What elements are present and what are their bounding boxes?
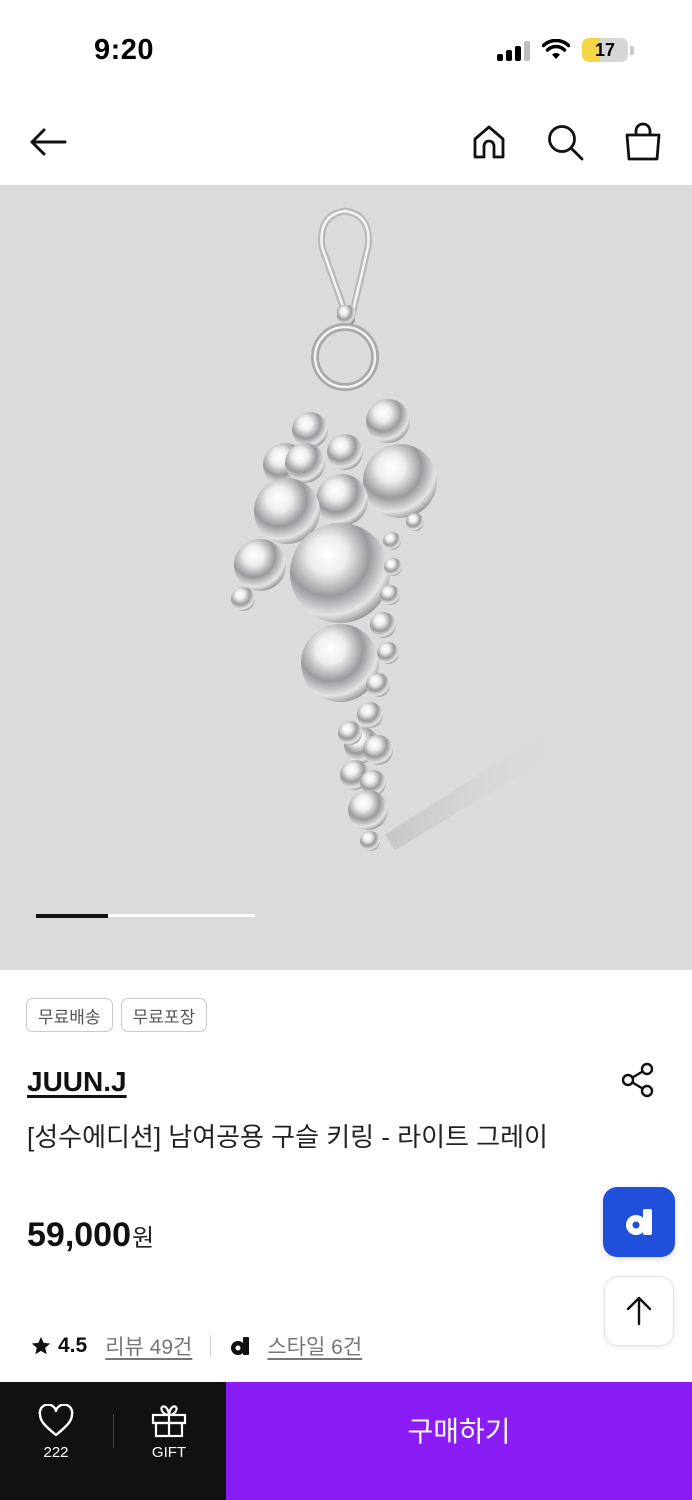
arrow-up-icon [626, 1296, 652, 1326]
like-count: 222 [43, 1444, 69, 1461]
d-logo-icon [626, 1209, 652, 1235]
shipping-badges: 무료배송 무료포장 [26, 998, 208, 1032]
bottom-bar-divider [113, 1414, 114, 1448]
status-time: 9:20 [94, 34, 155, 66]
battery-level: 17 [594, 39, 616, 60]
wifi-icon [542, 39, 570, 59]
product-price: 59,000 원 [27, 1216, 154, 1255]
reviews-link[interactable]: 리뷰 49건 [105, 1331, 192, 1361]
status-bar: 9:20 17 [0, 0, 692, 100]
shopping-bag-icon [625, 122, 661, 161]
price-amount: 59,000 [27, 1216, 131, 1254]
bottom-bar-left: 222 GIFT [0, 1382, 226, 1500]
gift-label: GIFT [151, 1444, 187, 1461]
rating-row: 4.5 리뷰 49건 스타일 6건 [30, 1330, 362, 1362]
battery-icon: 17 [582, 38, 634, 62]
arrow-left-icon [30, 128, 67, 156]
style-logo-icon [229, 1336, 253, 1356]
star-icon [30, 1335, 52, 1357]
cellular-signal-icon [497, 39, 530, 61]
free-shipping-badge: 무료배송 [26, 998, 113, 1032]
image-carousel-indicator [36, 913, 255, 918]
cart-button[interactable] [621, 120, 665, 164]
image-carousel-indicator-active [36, 913, 109, 918]
share-button[interactable] [618, 1060, 658, 1100]
top-nav-bar [0, 110, 692, 185]
brand-link[interactable]: JUUN.J [27, 1066, 127, 1098]
styles-link[interactable]: 스타일 6건 [267, 1331, 362, 1361]
search-button[interactable] [543, 120, 587, 164]
search-icon [548, 125, 584, 161]
bottom-action-bar: 222 GIFT 구매하기 [0, 1382, 692, 1500]
heart-icon [38, 1404, 74, 1437]
like-button[interactable]: 222 [20, 1404, 92, 1474]
home-icon [473, 125, 505, 159]
product-photo [231, 207, 570, 851]
rating-value: 4.5 [58, 1334, 88, 1357]
scroll-top-button[interactable] [604, 1276, 674, 1346]
musinsa-d-button[interactable] [603, 1187, 675, 1257]
gift-icon [151, 1405, 187, 1438]
gift-button[interactable]: GIFT [133, 1404, 205, 1474]
share-icon [621, 1062, 654, 1098]
price-unit: 원 [132, 1225, 155, 1252]
home-button[interactable] [467, 120, 511, 164]
product-title: [성수에디션] 남여공용 구슬 키링 - 라이트 그레이 [27, 1122, 548, 1152]
divider [210, 1335, 212, 1357]
status-icons: 17 [497, 38, 634, 62]
buy-button[interactable]: 구매하기 [226, 1382, 692, 1500]
product-image-carousel[interactable] [0, 185, 692, 970]
free-wrapping-badge: 무료포장 [120, 998, 208, 1032]
back-button[interactable] [26, 120, 70, 164]
